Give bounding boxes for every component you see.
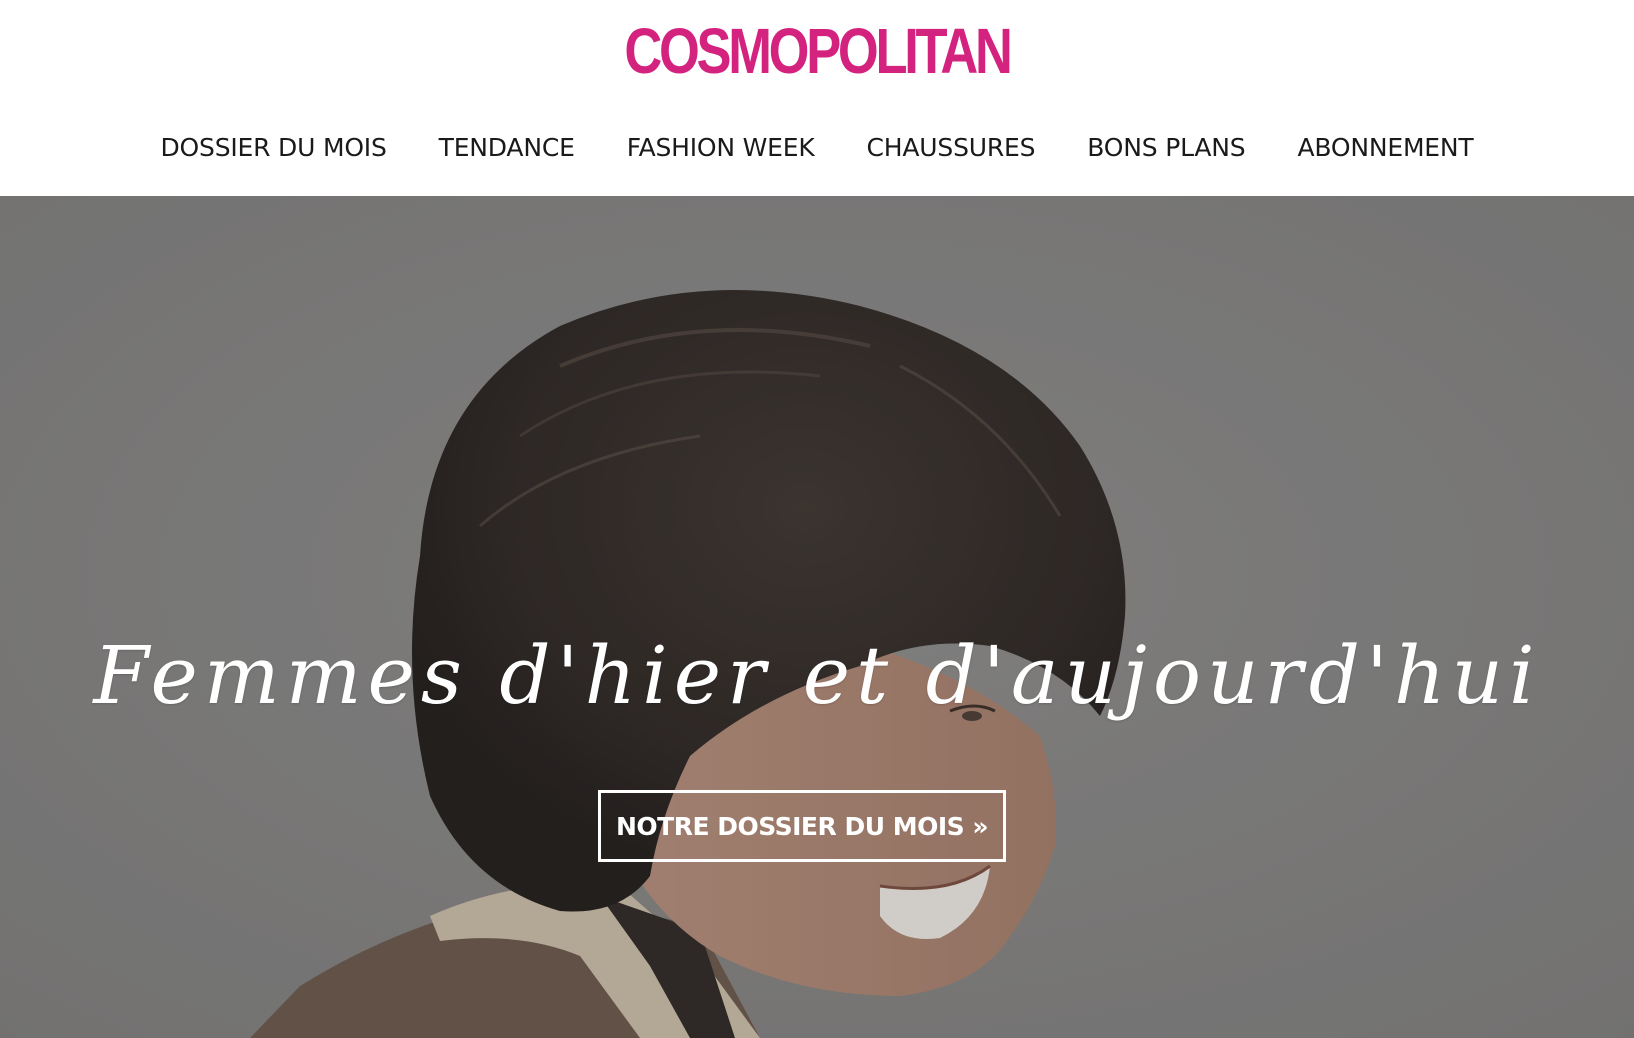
nav-item-tendance[interactable]: TENDANCE (439, 133, 575, 162)
hero-banner: Femmes d'hier et d'aujourd'hui NOTRE DOS… (0, 196, 1634, 1038)
dossier-du-mois-button[interactable]: NOTRE DOSSIER DU MOIS » (598, 790, 1006, 862)
nav-item-chaussures[interactable]: CHAUSSURES (867, 133, 1036, 162)
hero-overlay (0, 196, 1634, 1038)
cosmopolitan-logo[interactable]: COSMOPOLITAN (147, 16, 1487, 86)
main-nav: DOSSIER DU MOIS TENDANCE FASHION WEEK CH… (0, 122, 1634, 172)
site-header: COSMOPOLITAN DOSSIER DU MOIS TENDANCE FA… (0, 0, 1634, 196)
nav-item-bons-plans[interactable]: BONS PLANS (1087, 133, 1245, 162)
page: COSMOPOLITAN DOSSIER DU MOIS TENDANCE FA… (0, 0, 1634, 1038)
nav-item-fashion-week[interactable]: FASHION WEEK (627, 133, 815, 162)
nav-item-dossier-du-mois[interactable]: DOSSIER DU MOIS (161, 133, 387, 162)
nav-item-abonnement[interactable]: ABONNEMENT (1297, 133, 1473, 162)
hero-title: Femmes d'hier et d'aujourd'hui (93, 629, 1541, 722)
